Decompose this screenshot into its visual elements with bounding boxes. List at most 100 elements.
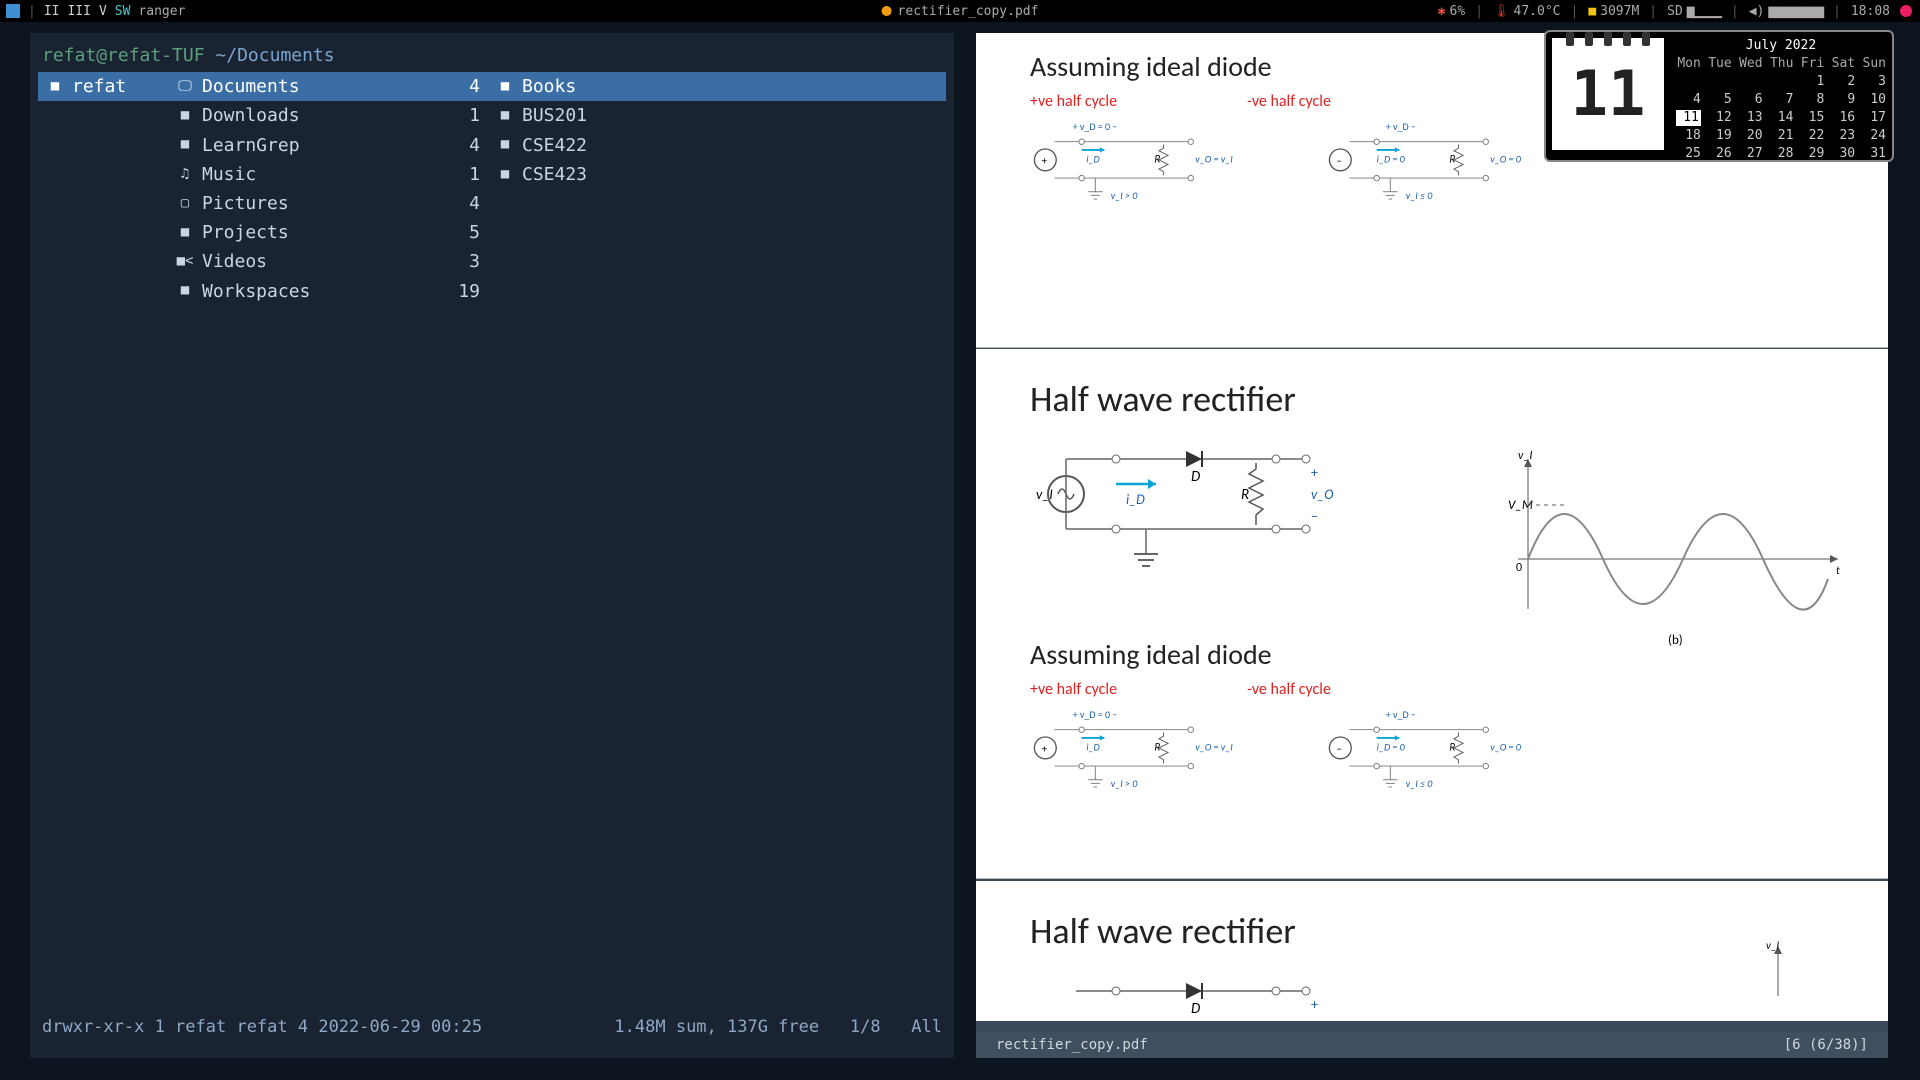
calendar-day[interactable]: 24 [1861,128,1886,144]
svg-text:t: t [1836,564,1840,577]
scroll-mode: All [911,1017,942,1037]
svg-text:0: 0 [1516,561,1522,575]
calendar-day[interactable]: 30 [1830,146,1855,162]
calendar-day[interactable]: 25 [1676,146,1701,162]
calendar-day[interactable] [1707,74,1732,90]
folder-icon: ■ [496,165,514,185]
calendar-day[interactable] [1738,74,1763,90]
svg-text:i_D = 0: i_D = 0 [1377,153,1406,166]
calendar-day[interactable]: 9 [1830,92,1855,108]
calendar-day[interactable]: 18 [1676,128,1701,144]
calendar-day-header: Sun [1861,56,1886,72]
calendar-day[interactable]: 22 [1799,128,1824,144]
circuit-hwr: D v_I i_D R + v_O − [1016,439,1346,589]
list-item[interactable]: ■Workspaces19 [168,277,488,306]
pdf-viewer-window[interactable]: Assuming ideal diode +ve half cycle -ve … [976,33,1888,1058]
calendar-day[interactable]: 5 [1707,92,1732,108]
parent-dir[interactable]: ■ refat [38,72,168,101]
cpu-icon: ✱ [1438,4,1446,19]
list-item[interactable]: ■BUS201 [488,101,946,130]
ranger-parent-column[interactable]: ■ refat [38,72,168,306]
item-name: Projects [202,220,289,245]
calendar-day[interactable]: 26 [1707,146,1732,162]
list-item[interactable]: ■Downloads1 [168,101,488,130]
svg-text:+: + [1311,464,1318,481]
svg-text:v_O = 0: v_O = 0 [1490,153,1521,166]
folder-icon: ■ [496,106,514,126]
svg-text:v_I: v_I [1518,449,1532,463]
calendar-day[interactable]: 7 [1769,92,1794,108]
os-icon [6,4,20,18]
circuit-pos-cycle-2: + v_D = 0 − + i_D R v_O = v_I v_I > 0 [1016,707,1261,807]
calendar-day[interactable]: 19 [1707,128,1732,144]
workspace-3[interactable]: III [67,4,90,19]
list-item[interactable]: ■Projects5 [168,218,488,247]
calendar-day[interactable]: 20 [1738,128,1763,144]
list-item[interactable]: ■LearnGrep4 [168,131,488,160]
ranger-window[interactable]: refat@refat-TUF ~/Documents ■ refat 🖵Doc… [30,33,954,1058]
svg-text:D: D [1191,1000,1200,1018]
folder-icon: ▢ [176,194,194,214]
calendar-day[interactable]: 1 [1799,74,1824,90]
list-item[interactable]: ■<Videos3 [168,247,488,276]
svg-text:−: − [1337,154,1342,167]
calendar-day[interactable]: 14 [1769,110,1794,126]
item-name: CSE423 [522,162,587,187]
pdf-filename: rectifier_copy.pdf [996,1037,1148,1053]
calendar-day[interactable]: 12 [1707,110,1732,126]
calendar-day[interactable]: 10 [1861,92,1886,108]
svg-text:v_I > 0: v_I > 0 [1111,189,1138,202]
calendar-day[interactable]: 29 [1799,146,1824,162]
calendar-day[interactable]: 17 [1861,110,1886,126]
folder-icon: ■ [176,281,194,301]
list-item[interactable]: ▢Pictures4 [168,189,488,218]
calendar-widget[interactable]: 11 July 2022 MonTueWedThuFriSatSun123456… [1544,30,1894,162]
calendar-day-header: Mon [1676,56,1701,72]
calendar-day[interactable] [1769,74,1794,90]
workspace-5[interactable]: V [99,4,107,19]
list-item[interactable]: ■Books [488,72,946,101]
svg-text:i_D: i_D [1126,491,1145,508]
wm-layout[interactable]: SW [115,4,131,19]
calendar-day[interactable]: 28 [1769,146,1794,162]
calendar-big-date: 11 [1552,38,1664,150]
svg-text:v_I ≤ 0: v_I ≤ 0 [1406,777,1433,790]
svg-text:D: D [1191,468,1200,486]
workspace-2[interactable]: II [44,4,60,19]
calendar-day[interactable]: 15 [1799,110,1824,126]
folder-icon: ■ [496,135,514,155]
calendar-day[interactable]: 6 [1738,92,1763,108]
ranger-path: refat@refat-TUF ~/Documents [30,33,954,72]
calendar-day[interactable] [1676,74,1701,90]
calendar-day[interactable]: 23 [1830,128,1855,144]
item-name: Music [202,162,256,187]
list-item[interactable]: ♫Music1 [168,160,488,189]
calendar-day[interactable]: 16 [1830,110,1855,126]
list-item[interactable]: ■ CSE423 [488,160,946,189]
calendar-day[interactable]: 31 [1861,146,1886,162]
svg-text:+: + [1311,996,1318,1013]
calendar-day[interactable]: 8 [1799,92,1824,108]
calendar-day[interactable]: 2 [1830,74,1855,90]
calendar-day[interactable]: 3 [1861,74,1886,90]
svg-text:+ v_D −: + v_D − [1386,120,1416,133]
calendar-day[interactable]: 11 [1676,110,1701,126]
volume-icon[interactable]: ◀) [1749,4,1765,19]
position-indicator: 1/8 [850,1017,881,1037]
temp-icon: 🌡 [1493,4,1510,19]
calendar-day[interactable]: 4 [1676,92,1701,108]
svg-text:v_I ≤ 0: v_I ≤ 0 [1406,189,1433,202]
memory: 3097M [1600,4,1639,19]
calendar-day[interactable]: 13 [1738,110,1763,126]
list-item[interactable]: ■CSE422 [488,131,946,160]
heading-half-wave: Half wave rectifier [976,349,1888,431]
item-count: 5 [469,220,480,245]
pos-cycle-label: +ve half cycle [1030,92,1117,111]
ranger-preview-column[interactable]: ■Books■BUS201■CSE422■CSE423 [488,72,946,306]
svg-text:v_O: v_O [1311,486,1333,503]
calendar-day[interactable]: 21 [1769,128,1794,144]
calendar-day[interactable]: 27 [1738,146,1763,162]
circuit-neg-cycle-2: + v_D − − i_D = 0 R v_O = 0 v_I ≤ 0 [1311,707,1556,807]
list-item[interactable]: 🖵Documents4 [168,72,488,101]
ranger-current-column[interactable]: 🖵Documents4■Downloads1■LearnGrep4♫Music1… [168,72,488,306]
